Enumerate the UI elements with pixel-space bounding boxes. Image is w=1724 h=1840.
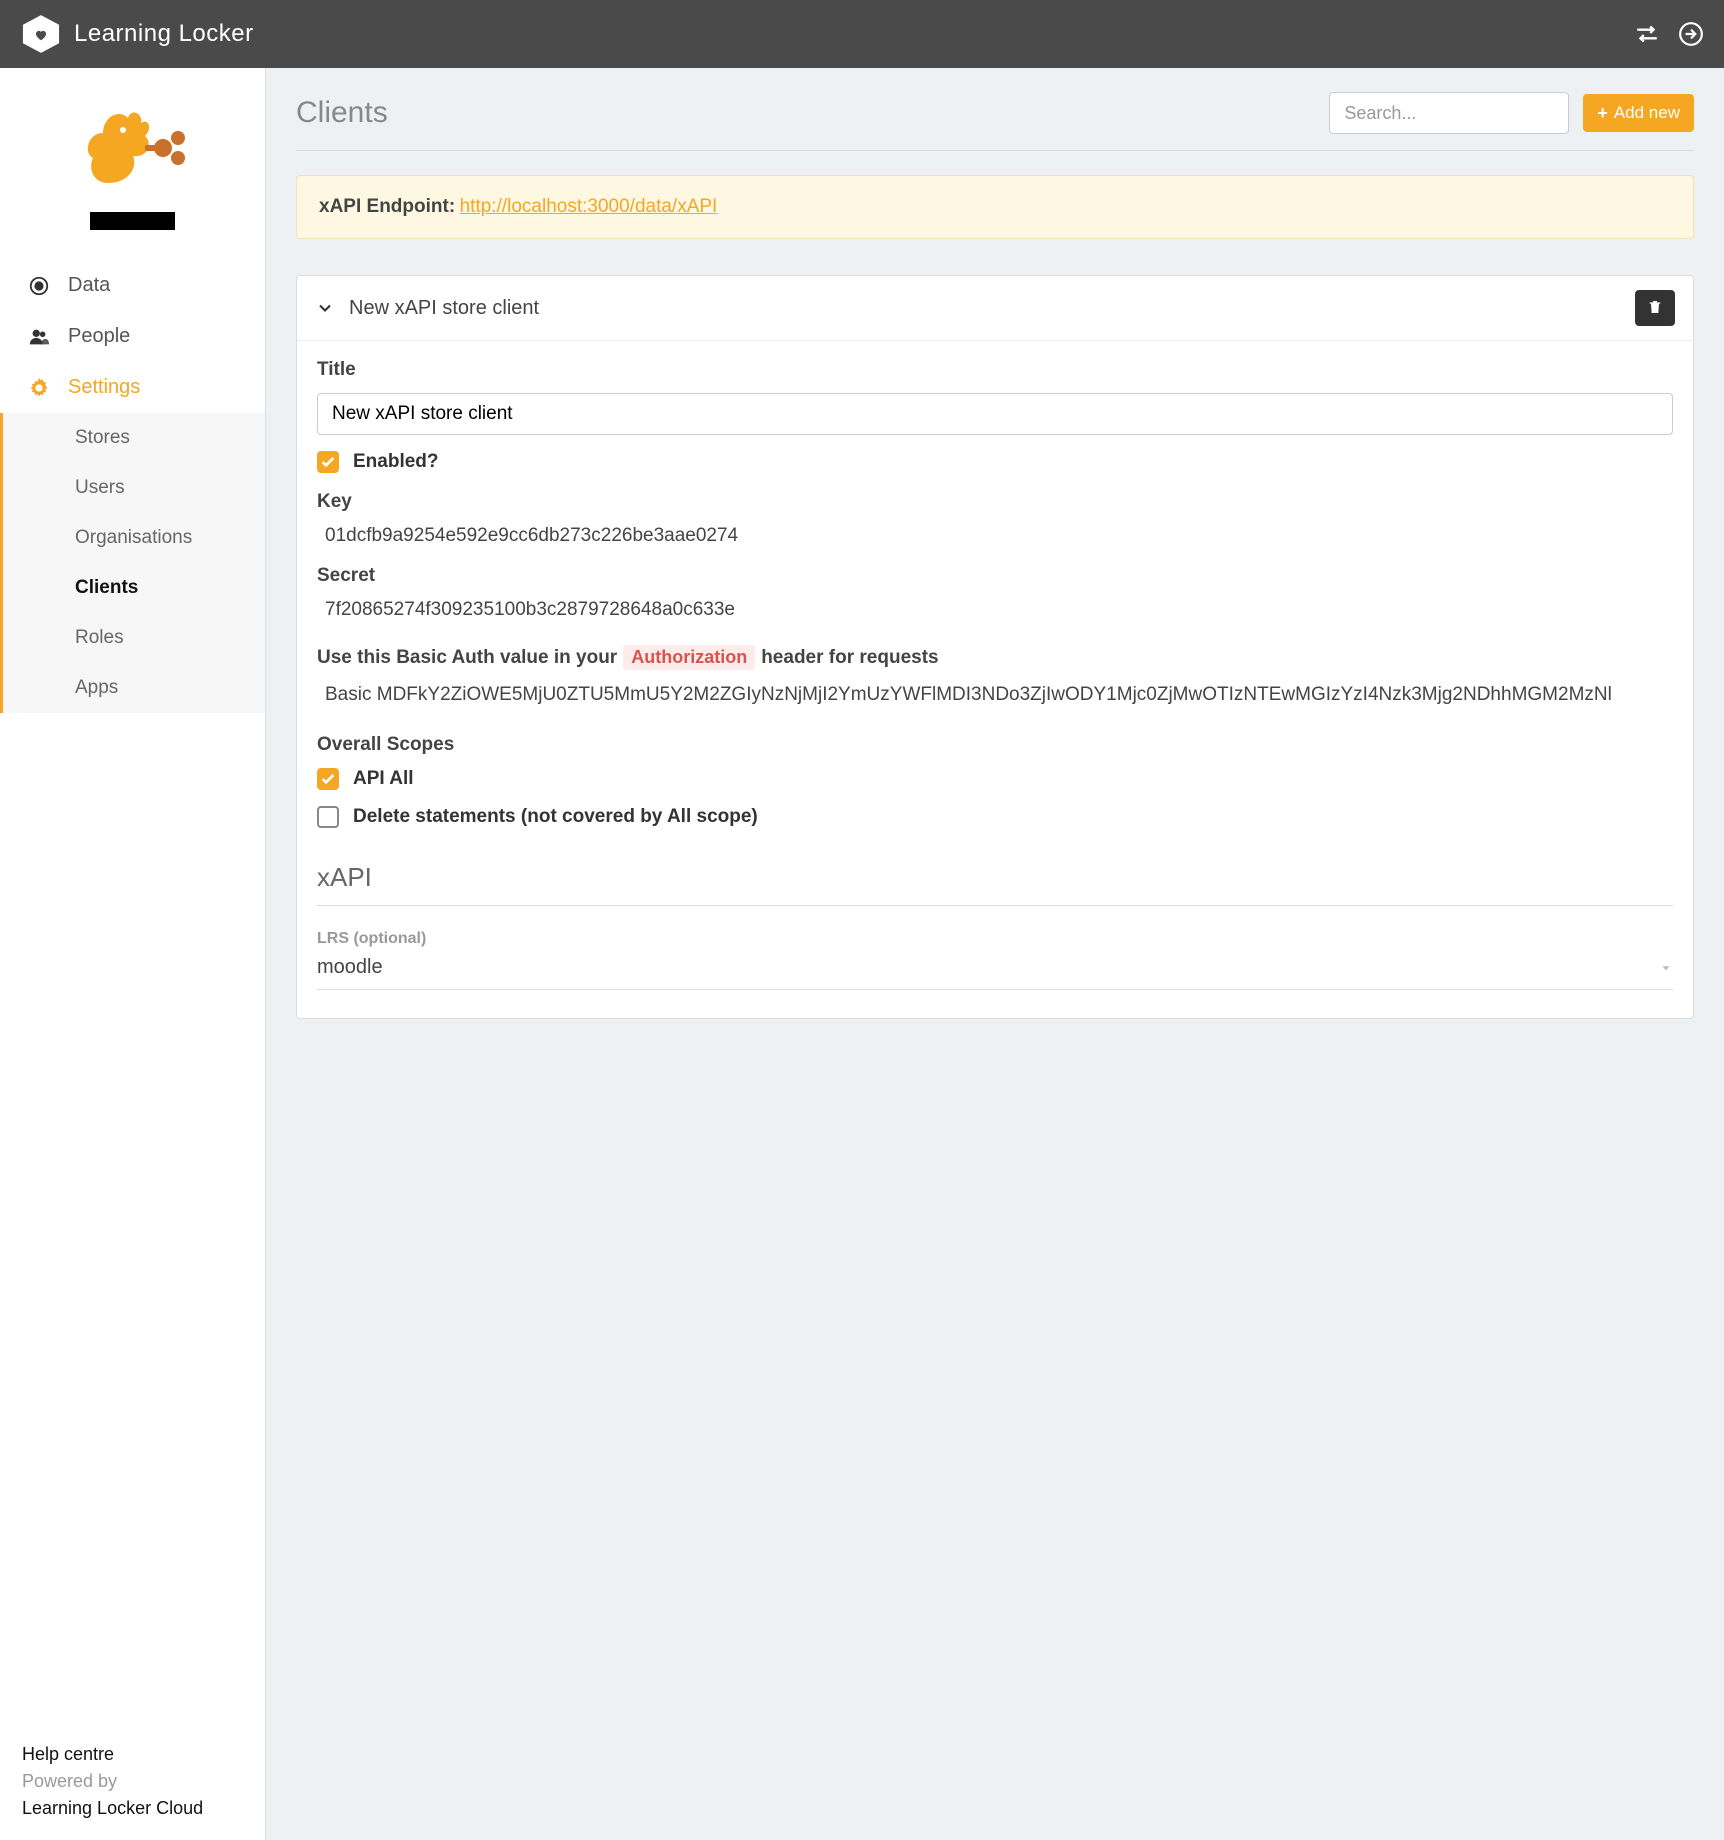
page-actions: + Add new [1329, 92, 1694, 134]
header-divider [296, 150, 1694, 151]
subnav-users[interactable]: Users [3, 463, 265, 513]
basic-auth-value: Basic MDFkY2ZiOWE5MjU0ZTU5MmU5Y2M2ZGIyNz… [317, 684, 1673, 706]
title-label: Title [317, 359, 1673, 381]
panel-title: New xAPI store client [349, 297, 539, 320]
enabled-checkbox[interactable] [317, 451, 339, 473]
key-label: Key [317, 491, 1673, 513]
nav-label: Settings [68, 376, 140, 399]
search-input[interactable] [1329, 92, 1569, 134]
enabled-label: Enabled? [353, 451, 439, 473]
header-right [1634, 21, 1704, 47]
key-value: 01dcfb9a9254e592e9cc6db273c226be3aae0274 [317, 525, 1673, 547]
subnav-apps[interactable]: Apps [3, 663, 265, 713]
people-icon [28, 326, 50, 348]
scope-all-label: API All [353, 768, 414, 790]
chevron-down-icon [315, 298, 335, 318]
endpoint-banner: xAPI Endpoint: http://localhost:3000/dat… [296, 175, 1694, 239]
scope-delete-label: Delete statements (not covered by All sc… [353, 806, 758, 828]
lrs-select[interactable]: moodle [317, 956, 1673, 990]
panel-header-left: New xAPI store client [315, 297, 539, 320]
plus-icon: + [1597, 103, 1608, 124]
powered-by: Powered by [22, 1768, 243, 1795]
secret-value: 7f20865274f309235100b3c2879728648a0c633e [317, 599, 1673, 621]
panel-header[interactable]: New xAPI store client [297, 276, 1693, 341]
xapi-section-title: xAPI [317, 862, 1673, 905]
nav-data[interactable]: Data [0, 260, 265, 311]
auth-instruction: Use this Basic Auth value in your Author… [317, 645, 1673, 670]
logout-icon[interactable] [1678, 21, 1704, 47]
org-logo [73, 88, 193, 208]
lrs-label: LRS (optional) [317, 930, 1673, 948]
trash-icon [1647, 299, 1663, 318]
add-new-button[interactable]: + Add new [1583, 94, 1694, 132]
client-panel: New xAPI store client Title Enabled? [296, 275, 1694, 1019]
nav-label: Data [68, 274, 110, 297]
page-header: Clients + Add new [296, 92, 1694, 134]
xapi-divider [317, 905, 1673, 906]
nav-settings[interactable]: Settings [0, 362, 265, 413]
auth-prefix: Use this Basic Auth value in your [317, 647, 617, 669]
endpoint-url[interactable]: http://localhost:3000/data/xAPI [460, 196, 718, 217]
swap-icon[interactable] [1634, 21, 1660, 47]
nav-label: People [68, 325, 130, 348]
brand-name: Learning Locker [74, 20, 254, 48]
endpoint-label: xAPI Endpoint: [319, 196, 455, 217]
caret-down-icon [1659, 961, 1673, 975]
scope-delete-checkbox[interactable] [317, 806, 339, 828]
page-title: Clients [296, 96, 388, 130]
app-header: Learning Locker [0, 0, 1724, 68]
sidebar-nav: Data People Settings Stores Users Organi… [0, 260, 265, 1723]
scope-all-checkbox[interactable] [317, 768, 339, 790]
logo-hexagon-icon [20, 13, 62, 55]
org-name-redacted [90, 212, 175, 230]
nav-people[interactable]: People [0, 311, 265, 362]
enabled-row: Enabled? [317, 451, 1673, 473]
scope-all-row: API All [317, 768, 1673, 790]
subnav-clients[interactable]: Clients [3, 563, 265, 613]
delete-button[interactable] [1635, 290, 1675, 326]
auth-code-badge: Authorization [623, 645, 755, 670]
target-icon [28, 275, 50, 297]
main-content: Clients + Add new xAPI Endpoint: http://… [266, 68, 1724, 1840]
sidebar: Data People Settings Stores Users Organi… [0, 68, 266, 1840]
header-left: Learning Locker [20, 13, 254, 55]
auth-suffix: header for requests [761, 647, 938, 669]
settings-subnav: Stores Users Organisations Clients Roles… [0, 413, 265, 713]
subnav-stores[interactable]: Stores [3, 413, 265, 463]
scope-delete-row: Delete statements (not covered by All sc… [317, 806, 1673, 828]
subnav-organisations[interactable]: Organisations [3, 513, 265, 563]
lrs-value: moodle [317, 956, 383, 979]
secret-label: Secret [317, 565, 1673, 587]
sidebar-top [0, 68, 265, 240]
cloud-link[interactable]: Learning Locker Cloud [22, 1798, 203, 1818]
help-link[interactable]: Help centre [22, 1744, 114, 1764]
sidebar-footer: Help centre Powered by Learning Locker C… [0, 1723, 265, 1840]
scopes-label: Overall Scopes [317, 734, 1673, 756]
add-label: Add new [1614, 103, 1680, 123]
subnav-roles[interactable]: Roles [3, 613, 265, 663]
gear-icon [28, 377, 50, 399]
title-input[interactable] [317, 393, 1673, 435]
panel-body: Title Enabled? Key 01dcfb9a9254e592e9cc6… [297, 341, 1693, 1018]
